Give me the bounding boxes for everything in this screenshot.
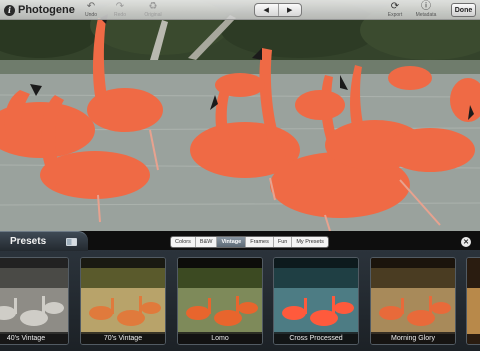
presets-title: Presets: [10, 236, 47, 247]
preset-thumb-70s-vintage[interactable]: 70's Vintage: [80, 257, 166, 345]
previous-image-button[interactable]: ◀: [255, 4, 278, 16]
photo-canvas[interactable]: i Photogene ↶ Undo ↷ Redo ♻ Original ◀ ▶…: [0, 0, 480, 231]
app-name: Photogene: [18, 4, 75, 16]
preset-label: 40's Vintage: [0, 332, 68, 344]
preset-thumb-lomo[interactable]: Lomo: [177, 257, 263, 345]
tab-frames[interactable]: Frames: [245, 237, 273, 247]
tab-vintage[interactable]: Vintage: [216, 237, 246, 247]
undo-button[interactable]: ↶ Undo: [77, 1, 105, 19]
preset-thumb-morning-glory[interactable]: Morning Glory: [370, 257, 456, 345]
preset-thumb-image: [467, 258, 480, 344]
preset-label: Cross Processed: [274, 332, 358, 344]
presets-grid-icon[interactable]: [66, 238, 77, 246]
done-button[interactable]: Done: [451, 3, 476, 17]
recycle-icon: ♻: [148, 1, 158, 12]
metadata-icon: ⓘ: [421, 1, 431, 12]
presets-header-tab: Presets: [0, 231, 88, 251]
tab-bw[interactable]: B&W: [194, 237, 217, 247]
flamingo-photo: [0, 0, 480, 231]
close-icon: ✕: [463, 239, 469, 246]
export-icon: ⟳: [390, 1, 400, 12]
tab-colors[interactable]: Colors: [171, 237, 195, 247]
preset-category-tabs: Colors B&W Vintage Frames Fun My Presets: [170, 236, 329, 248]
original-button[interactable]: ♻ Original: [139, 1, 167, 19]
redo-button[interactable]: ↷ Redo: [106, 1, 134, 19]
preset-label: Lomo: [178, 332, 262, 344]
preset-thumb-40s-vintage[interactable]: 40's Vintage: [0, 257, 69, 345]
app-title: i Photogene: [4, 2, 75, 18]
preset-thumb-partial[interactable]: [466, 257, 480, 345]
preset-label: Morning Glory: [371, 332, 455, 344]
tab-fun[interactable]: Fun: [272, 237, 291, 247]
top-toolbar: i Photogene ↶ Undo ↷ Redo ♻ Original ◀ ▶…: [0, 0, 480, 20]
app-logo-icon: i: [4, 4, 15, 16]
tab-my-presets[interactable]: My Presets: [291, 237, 328, 247]
preset-label: 70's Vintage: [81, 332, 165, 344]
undo-icon: ↶: [86, 1, 96, 12]
export-button[interactable]: ⟳ Export: [381, 1, 409, 19]
next-image-button[interactable]: ▶: [277, 4, 302, 16]
metadata-button[interactable]: ⓘ Metadata: [412, 1, 440, 19]
preset-thumb-cross-processed[interactable]: Cross Processed: [273, 257, 359, 345]
redo-icon: ↷: [115, 1, 125, 12]
image-navigation: ◀ ▶: [254, 3, 302, 17]
close-presets-button[interactable]: ✕: [461, 237, 471, 247]
